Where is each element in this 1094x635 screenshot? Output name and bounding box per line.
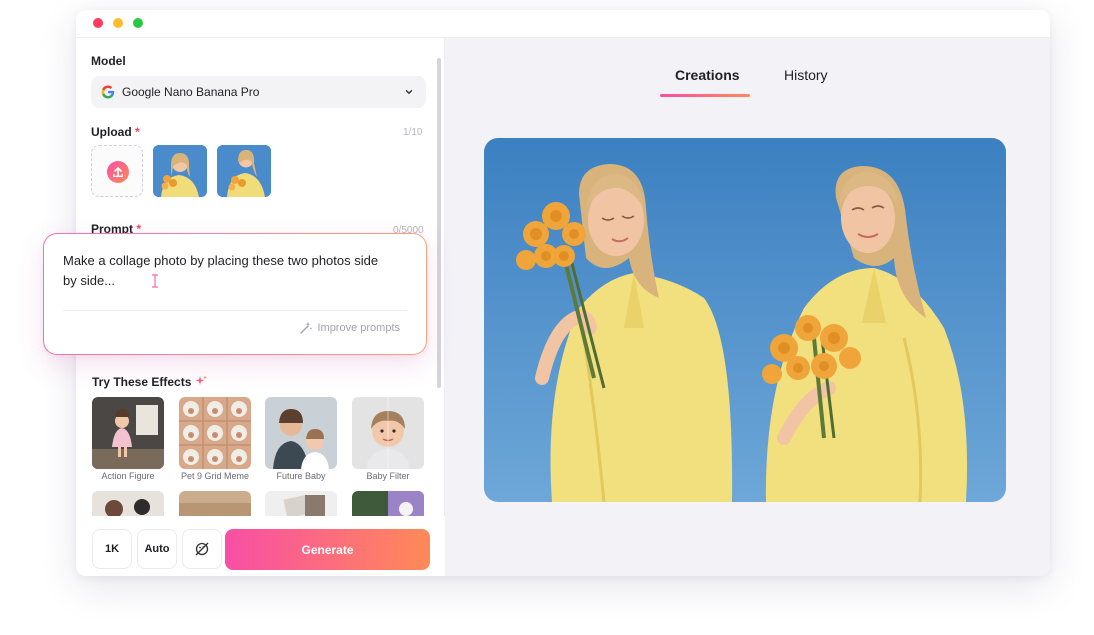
effect-future-baby[interactable]: [265, 397, 337, 469]
text-cursor-icon: [152, 274, 158, 288]
uploaded-thumbnail-1[interactable]: [153, 145, 207, 197]
title-bar: [76, 10, 1050, 38]
sparkle-icon: [195, 375, 207, 385]
model-dropdown[interactable]: Google Nano Banana Pro: [91, 76, 426, 108]
results-panel: Creations History: [446, 38, 1050, 576]
effect-item[interactable]: [352, 491, 424, 516]
active-tab-indicator: [660, 94, 750, 97]
upload-icon: [107, 161, 129, 183]
effect-label-baby-filter: Baby Filter: [366, 471, 410, 481]
improve-prompts-button[interactable]: Improve prompts: [299, 319, 400, 337]
minimize-window-button[interactable]: [113, 18, 123, 28]
effect-action-figure[interactable]: [92, 397, 164, 469]
tab-creations[interactable]: Creations: [675, 67, 740, 83]
magic-wand-icon: [300, 322, 313, 334]
google-icon: [101, 85, 115, 99]
panel-scrollbar[interactable]: [437, 58, 441, 388]
model-selected-value: Google Nano Banana Pro: [122, 85, 260, 99]
upload-counter: 1/10: [403, 127, 423, 138]
action-bar: 1K Auto Generate: [76, 516, 445, 576]
generate-button[interactable]: Generate: [225, 529, 430, 570]
effect-baby-filter[interactable]: [352, 397, 424, 469]
upload-button[interactable]: [91, 145, 143, 197]
effect-label-action-figure: Action Figure: [101, 471, 155, 481]
prompt-input-card[interactable]: Make a collage photo by placing these tw…: [43, 233, 427, 355]
uploaded-thumbnail-2[interactable]: [217, 145, 271, 197]
prompt-textarea[interactable]: Make a collage photo by placing these tw…: [63, 251, 393, 291]
effect-item[interactable]: [179, 491, 251, 516]
close-window-button[interactable]: [93, 18, 103, 28]
effect-pet-9-grid-meme[interactable]: [179, 397, 251, 469]
aspect-ratio-button[interactable]: Auto: [137, 529, 177, 569]
upload-label: Upload *: [91, 125, 140, 139]
prompt-divider: [63, 310, 407, 311]
resolution-button[interactable]: 1K: [92, 529, 132, 569]
generated-collage-image[interactable]: [484, 138, 1006, 502]
effect-item[interactable]: [265, 491, 337, 516]
effects-title: Try These Effects: [92, 375, 207, 389]
model-label: Model: [91, 54, 126, 68]
chevron-down-icon: [405, 90, 413, 94]
style-button[interactable]: [182, 529, 222, 569]
maximize-window-button[interactable]: [133, 18, 143, 28]
effect-label-pet-9-grid-meme: Pet 9 Grid Meme: [180, 471, 250, 481]
effect-item[interactable]: [92, 491, 164, 516]
palette-off-icon: [195, 542, 209, 556]
tab-history[interactable]: History: [784, 67, 828, 83]
effect-label-future-baby: Future Baby: [276, 471, 326, 481]
